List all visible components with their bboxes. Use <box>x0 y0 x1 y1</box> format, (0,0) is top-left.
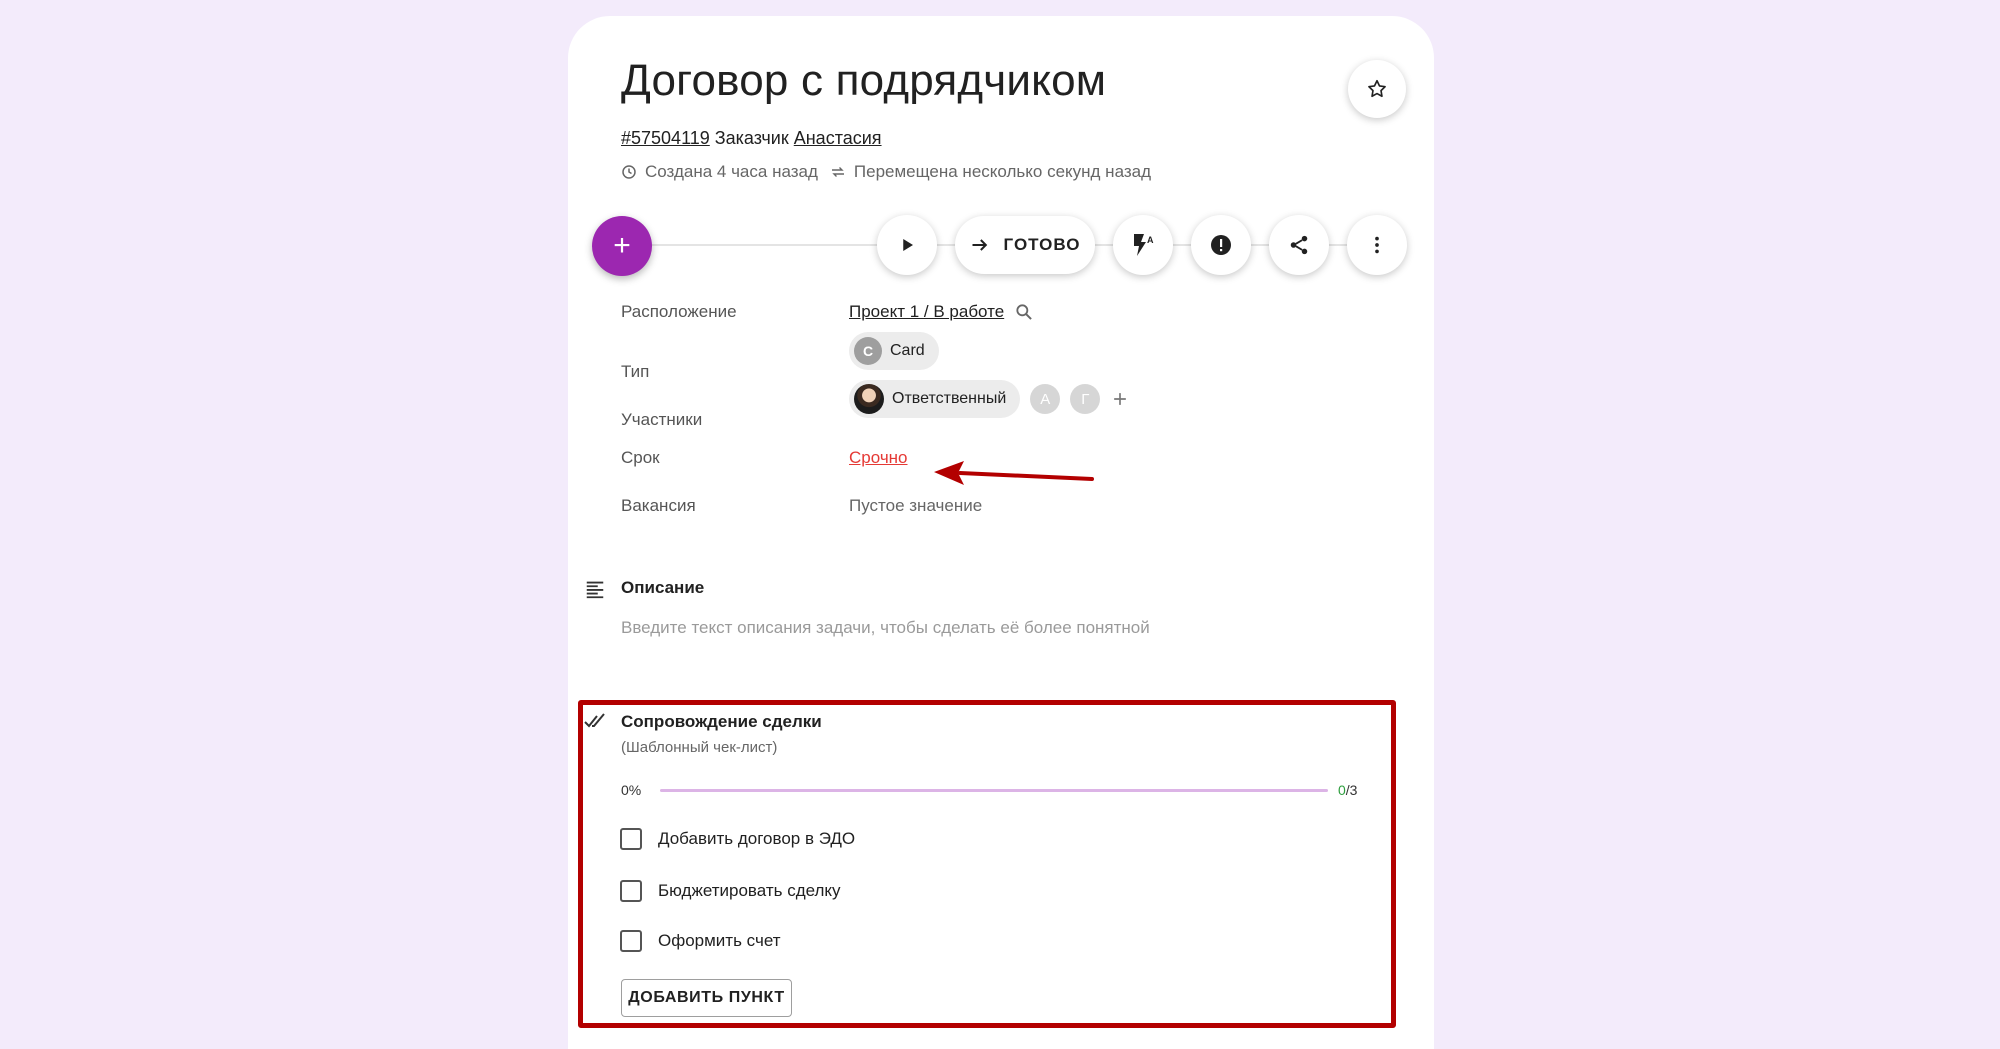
customer-link[interactable]: Анастасия <box>794 128 882 148</box>
location-value: Проект 1 / В работе <box>849 302 1034 322</box>
type-chip[interactable]: C Card <box>849 332 939 370</box>
more-button[interactable] <box>1347 215 1407 275</box>
add-button[interactable]: + <box>592 216 652 276</box>
plus-icon: + <box>613 229 631 262</box>
swap-arrows-icon <box>831 167 844 177</box>
type-value: C Card <box>849 332 939 370</box>
checklist-count: 0/3 <box>1338 782 1357 798</box>
checkbox[interactable] <box>620 930 642 952</box>
participants-value: Ответственный А Г <box>849 380 1130 418</box>
created-time: Создана 4 часа назад <box>645 162 818 181</box>
location-link[interactable]: Проект 1 / В работе <box>849 302 1004 322</box>
checklist-item-label: Добавить договор в ЭДО <box>658 829 856 848</box>
type-letter-avatar: C <box>854 337 882 365</box>
clock-icon <box>622 165 636 179</box>
participants-label: Участники <box>621 410 703 429</box>
flash-auto-icon: A <box>1134 234 1154 256</box>
priority-button[interactable] <box>1191 215 1251 275</box>
done-button[interactable]: ГОТОВО <box>955 216 1095 274</box>
task-timestamps: Создана 4 часа назад Перемещена нескольк… <box>621 162 1151 182</box>
share-icon <box>1290 235 1308 255</box>
checklist-total-count: /3 <box>1345 782 1358 798</box>
checklist-item[interactable]: Бюджетировать сделку <box>620 880 841 902</box>
type-chip-label: Card <box>890 342 925 359</box>
description-title: Описание <box>621 578 705 597</box>
avatar <box>854 384 884 414</box>
checklist-item-label: Бюджетировать сделку <box>658 881 841 900</box>
start-button[interactable] <box>877 215 937 275</box>
description-icon <box>586 581 604 599</box>
participant-avatar-a[interactable]: А <box>1030 384 1061 414</box>
moved-time: Перемещена несколько секунд назад <box>853 162 1152 181</box>
customer-label: Заказчик <box>714 128 789 148</box>
type-label: Тип <box>621 362 650 381</box>
deadline-label: Срок <box>621 448 660 467</box>
favorite-button[interactable] <box>1348 60 1406 118</box>
share-button[interactable] <box>1269 215 1329 275</box>
checklist-percent: 0% <box>621 782 642 798</box>
checkbox[interactable] <box>620 828 642 850</box>
more-vertical-icon <box>1375 236 1379 254</box>
task-title[interactable]: Договор с подрядчиком <box>621 56 1106 106</box>
participant-avatar-g[interactable]: Г <box>1070 384 1101 414</box>
automation-button[interactable]: A <box>1113 215 1173 275</box>
vacancy-value[interactable]: Пустое значение <box>849 496 982 516</box>
alert-circle-icon <box>1211 235 1231 255</box>
search-icon[interactable] <box>1014 302 1034 322</box>
responsible-chip[interactable]: Ответственный <box>849 380 1021 418</box>
description-input[interactable]: Введите текст описания задачи, чтобы сде… <box>621 618 1150 638</box>
annotation-arrow <box>934 461 1094 485</box>
checklist-item[interactable]: Оформить счет <box>620 930 781 952</box>
deadline-value[interactable]: Срочно <box>849 448 908 468</box>
vacancy-label: Вакансия <box>621 496 696 515</box>
svg-text:A: A <box>1147 235 1154 245</box>
checkbox[interactable] <box>620 880 642 902</box>
checklist-item[interactable]: Добавить договор в ЭДО <box>620 828 855 850</box>
checklist-item-label: Оформить счет <box>658 931 781 950</box>
checklist-subtitle: (Шаблонный чек-лист) <box>621 739 778 756</box>
arrow-right-icon <box>972 239 987 251</box>
checklist-title[interactable]: Сопровождение сделки <box>621 712 822 732</box>
task-meta: #57504119 Заказчик Анастасия <box>621 128 882 149</box>
checklist-progress-bar <box>660 789 1328 792</box>
add-item-button[interactable]: ДОБАВИТЬ ПУНКТ <box>621 979 792 1017</box>
double-check-icon <box>584 713 605 728</box>
task-id-link[interactable]: #57504119 <box>621 128 710 148</box>
star-outline-icon <box>1368 79 1386 98</box>
play-icon <box>903 239 913 251</box>
checklist-done-count: 0 <box>1338 782 1346 798</box>
done-button-label: ГОТОВО <box>1003 235 1081 254</box>
responsible-label: Ответственный <box>892 390 1007 407</box>
add-participant-icon[interactable] <box>1110 389 1130 409</box>
location-label: Расположение <box>621 302 737 321</box>
